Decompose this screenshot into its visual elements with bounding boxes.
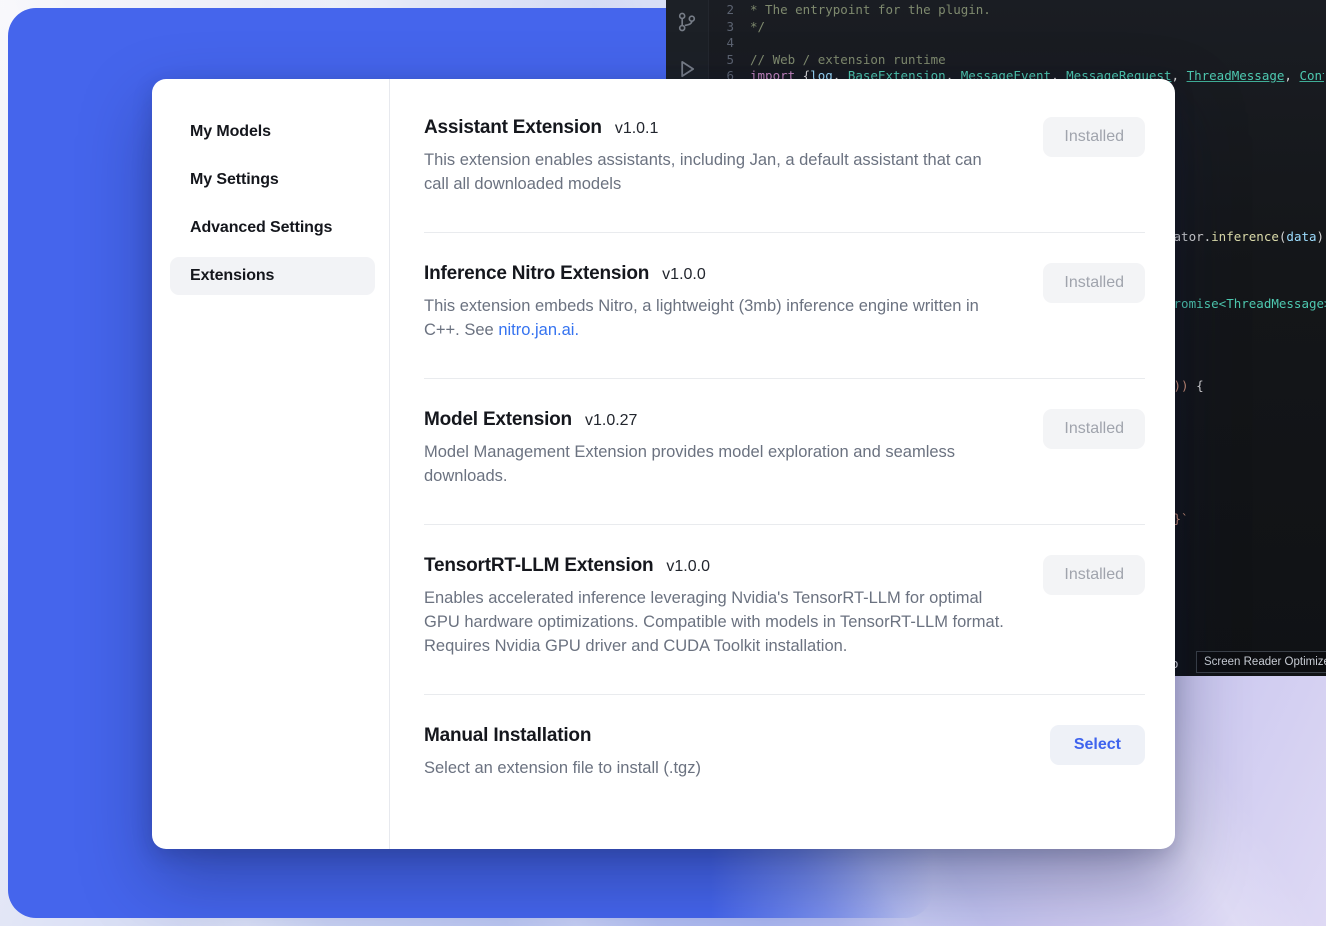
line-number: 3 (712, 19, 734, 36)
extension-description: Model Management Extension provides mode… (424, 440, 1006, 488)
extension-info: Inference Nitro Extension v1.0.0 This ex… (424, 263, 1006, 342)
code-fragment: rator.inference(data)); (1166, 229, 1326, 246)
extension-title: Inference Nitro Extension (424, 263, 649, 285)
code-text: )); (1317, 229, 1326, 244)
extension-description: Select an extension file to install (.tg… (424, 756, 701, 780)
code-line: 4 (712, 35, 1324, 52)
extension-description: This extension enables assistants, inclu… (424, 148, 1006, 196)
extension-info: TensortRT-LLM Extension v1.0.0 Enables a… (424, 555, 1006, 658)
code-fragment: Promise<ThreadMessage> (1166, 296, 1326, 313)
code-text: { (1189, 378, 1204, 393)
line-number: 5 (712, 52, 734, 69)
code-text: inference (1211, 229, 1279, 244)
identifier-token: ContentType (1299, 68, 1324, 83)
sidebar-item-advanced-settings[interactable]: Advanced Settings (170, 209, 375, 247)
settings-modal: My Models My Settings Advanced Settings … (152, 79, 1175, 849)
punctuation-token: , (1172, 68, 1187, 83)
extension-version: v1.0.0 (666, 558, 710, 576)
source-control-icon[interactable] (676, 11, 698, 33)
desktop-background: 2 * The entrypoint for the plugin. 3 */ … (0, 0, 1326, 926)
extension-version: v1.0.1 (615, 120, 659, 138)
extension-version: v1.0.0 (662, 266, 706, 284)
run-debug-icon[interactable] (676, 58, 698, 80)
extension-version: v1.0.27 (585, 412, 637, 430)
line-number: 4 (712, 35, 734, 52)
line-number: 2 (712, 2, 734, 19)
punctuation-token: , (1284, 68, 1299, 83)
extension-info: Model Extension v1.0.27 Model Management… (424, 409, 1006, 488)
extension-row: Manual Installation Select an extension … (424, 694, 1145, 816)
code-line: 5 // Web / extension runtime (712, 52, 1324, 69)
installed-button[interactable]: Installed (1043, 263, 1145, 303)
code-text: data (1286, 229, 1316, 244)
extension-row: Assistant Extension v1.0.1 This extensio… (424, 87, 1145, 232)
code-line: 3 */ (712, 19, 1324, 36)
code-area: 2 * The entrypoint for the plugin. 3 */ … (712, 2, 1324, 85)
extension-row: TensortRT-LLM Extension v1.0.0 Enables a… (424, 524, 1145, 694)
extension-description: Enables accelerated inference leveraging… (424, 586, 1006, 658)
extension-row: Model Extension v1.0.27 Model Management… (424, 378, 1145, 524)
extension-row: Inference Nitro Extension v1.0.0 This ex… (424, 232, 1145, 378)
installed-button[interactable]: Installed (1043, 409, 1145, 449)
sidebar-item-my-settings[interactable]: My Settings (170, 161, 375, 199)
settings-sidebar: My Models My Settings Advanced Settings … (152, 79, 390, 849)
identifier-token: ThreadMessage (1187, 68, 1285, 83)
comment-text: * The entrypoint for the plugin. (750, 2, 991, 19)
comment-text: // Web / extension runtime (750, 52, 946, 69)
select-button[interactable]: Select (1050, 725, 1145, 765)
screen-reader-notice[interactable]: Screen Reader Optimize (1196, 651, 1326, 673)
extension-title: Model Extension (424, 409, 572, 431)
extensions-list: Assistant Extension v1.0.1 This extensio… (390, 79, 1175, 849)
comment-text: */ (750, 19, 765, 36)
nitro-link[interactable]: nitro.jan.ai. (498, 321, 579, 339)
installed-button[interactable]: Installed (1043, 117, 1145, 157)
extension-title: Assistant Extension (424, 117, 602, 139)
sidebar-item-extensions[interactable]: Extensions (170, 257, 375, 295)
extension-title: TensortRT-LLM Extension (424, 555, 653, 577)
sidebar-item-my-models[interactable]: My Models (170, 113, 375, 151)
installed-button[interactable]: Installed (1043, 555, 1145, 595)
extension-title: Manual Installation (424, 725, 591, 747)
extension-info: Assistant Extension v1.0.1 This extensio… (424, 117, 1006, 196)
extension-description: This extension embeds Nitro, a lightweig… (424, 294, 1006, 342)
extension-info: Manual Installation Select an extension … (424, 725, 701, 780)
code-line: 2 * The entrypoint for the plugin. (712, 2, 1324, 19)
